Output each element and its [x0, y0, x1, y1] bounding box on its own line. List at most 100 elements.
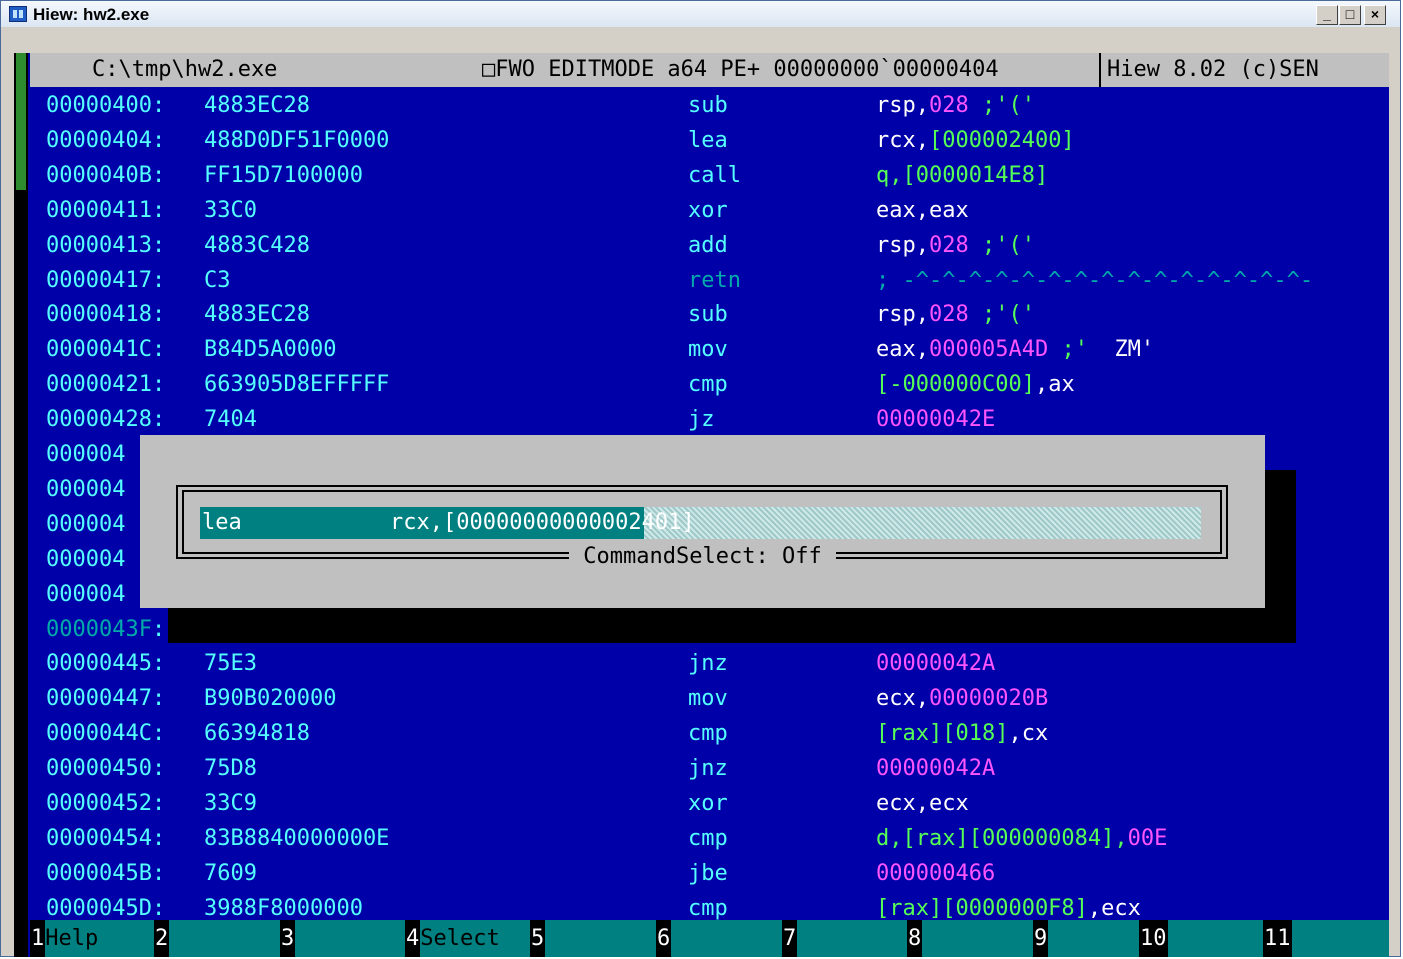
- row-address: 0000041C:: [46, 337, 166, 362]
- row-address: 00000450:: [46, 756, 166, 781]
- operand-part: ,cx: [1008, 721, 1049, 746]
- row-mnemonic: call: [688, 163, 741, 188]
- row-address: 00000418:: [46, 302, 166, 327]
- row-address: 00000411:: [46, 198, 166, 223]
- row-operands: 000000466: [876, 856, 995, 891]
- fkey-label: Help: [45, 926, 99, 951]
- row-bytes: 663905D8EFFFFF: [204, 372, 390, 397]
- operand-part: ZM': [1114, 337, 1155, 362]
- row-operands: d,[rax][000000084],00E: [876, 821, 1167, 856]
- operand-part: eax,eax: [876, 198, 969, 223]
- row-bytes: FF15D7100000: [204, 163, 363, 188]
- row-bytes: 75D8: [204, 756, 257, 781]
- operand-part: [-000000C00]: [876, 372, 1035, 397]
- row-operands: eax,eax: [876, 193, 969, 228]
- fkey-number: 1: [30, 920, 46, 957]
- fkey-9[interactable]: 9: [1033, 920, 1049, 957]
- row-mnemonic: mov: [688, 337, 728, 362]
- row-address: 000004: [46, 442, 126, 467]
- input-operand: rcx,[00000000000002401]: [390, 510, 695, 535]
- operand-part: ;': [1048, 337, 1115, 362]
- operand-part: 00000020B: [928, 686, 1049, 711]
- row-mnemonic: lea: [688, 128, 728, 153]
- fkey-6[interactable]: 6: [656, 920, 672, 957]
- hiew-app-icon[interactable]: [9, 6, 27, 22]
- operand-part: q,[0000014E8]: [876, 163, 1049, 188]
- row-address: 0000040B:: [46, 163, 166, 188]
- row-address: 0000045B:: [46, 861, 166, 886]
- fkey-number: 5: [530, 920, 546, 957]
- row-bytes: 4883C428: [204, 233, 310, 258]
- edit-mode-status: □FWO EDITMODE a64 PE+ 00000000`00000404: [482, 57, 999, 82]
- fkey-7[interactable]: 7: [782, 920, 798, 957]
- row-operands: ; -^-^-^-^-^-^-^-^-^-^-^-^-^-^-^-: [876, 263, 1313, 298]
- command-select-caption: CommandSelect: Off: [140, 541, 1265, 573]
- row-mnemonic: jnz: [688, 756, 728, 781]
- row-operands: 00000042E: [876, 402, 995, 437]
- fkey-number: 7: [782, 920, 798, 957]
- operand-part: rcx,: [876, 128, 929, 153]
- operand-part: [000002400]: [928, 128, 1075, 153]
- fkey-2[interactable]: 2: [154, 920, 170, 957]
- row-operands: ecx,ecx: [876, 786, 969, 821]
- fkey-1[interactable]: 1Help: [30, 920, 98, 957]
- fkey-number: 9: [1033, 920, 1049, 957]
- row-mnemonic: jnz: [688, 651, 728, 676]
- operand-part: ecx,: [876, 686, 929, 711]
- maximize-button[interactable]: □: [1339, 5, 1361, 25]
- operand-part: ;'(': [968, 302, 1035, 327]
- row-address: 000004: [46, 582, 126, 607]
- fkey-5[interactable]: 5: [530, 920, 546, 957]
- row-address: 000004: [46, 512, 126, 537]
- operand-part: 028: [928, 233, 969, 258]
- row-operands: eax,000005A4D ;' ZM': [876, 332, 1154, 367]
- row-operands: ecx,00000020B: [876, 681, 1048, 716]
- minimize-button[interactable]: _: [1316, 5, 1338, 25]
- row-address: 00000452:: [46, 791, 166, 816]
- row-mnemonic: add: [688, 233, 728, 258]
- operand-part: 028: [928, 93, 969, 118]
- row-address: 0000043F:: [46, 617, 166, 642]
- row-mnemonic: mov: [688, 686, 728, 711]
- row-address: 00000417:: [46, 268, 166, 293]
- fkey-10[interactable]: 10: [1139, 920, 1168, 957]
- row-address: 0000044C:: [46, 721, 166, 746]
- operand-part: 00E: [1127, 826, 1168, 851]
- input-mnemonic: lea: [202, 510, 242, 535]
- row-mnemonic: sub: [688, 302, 728, 327]
- scroll-indicator[interactable]: [16, 90, 26, 190]
- fkey-4[interactable]: 4Select: [405, 920, 500, 957]
- fkey-number: 6: [656, 920, 672, 957]
- row-operands: 00000042A: [876, 751, 995, 786]
- fkey-number: 2: [154, 920, 170, 957]
- operand-part: ecx,ecx: [876, 791, 969, 816]
- assembly-input-field[interactable]: lea rcx,[00000000000002401]: [200, 507, 1201, 539]
- fkey-3[interactable]: 3: [280, 920, 296, 957]
- row-bytes: 488D0DF51F0000: [204, 128, 390, 153]
- row-bytes: 4883EC28: [204, 302, 310, 327]
- operand-part: ; -^-^-^-^-^-^-^-^-^-^-^-^-^-^-^-: [876, 268, 1314, 293]
- fkey-8[interactable]: 8: [907, 920, 923, 957]
- row-mnemonic: retn: [688, 268, 741, 293]
- row-address: 000004: [46, 477, 126, 502]
- row-operands: [-000000C00],ax: [876, 367, 1075, 402]
- fkey-number: 4: [405, 920, 421, 957]
- row-address: 00000454:: [46, 826, 166, 851]
- fkey-11[interactable]: 11: [1263, 920, 1292, 957]
- operand-part: ,ax: [1034, 372, 1075, 397]
- row-bytes: 33C9: [204, 791, 257, 816]
- operand-part: rsp,: [876, 302, 929, 327]
- fkey-number: 10: [1139, 920, 1168, 957]
- title-bar[interactable]: Hiew: hw2.exe _ □ ×: [1, 1, 1400, 27]
- row-address: 00000421:: [46, 372, 166, 397]
- row-operands: rsp,028 ;'(': [876, 88, 1035, 123]
- dialog-shadow-bottom: [168, 608, 1296, 643]
- scroll-indicator-top: [16, 53, 26, 90]
- row-address-colon: :: [151, 617, 166, 642]
- operand-part: [rax][0000000F8]: [876, 896, 1088, 921]
- operand-part: ;'(': [968, 233, 1035, 258]
- close-button[interactable]: ×: [1364, 5, 1386, 25]
- operand-part: d,[rax][000000084],: [876, 826, 1128, 851]
- assembler-dialog: lea rcx,[00000000000002401] CommandSelec…: [140, 435, 1265, 608]
- status-separator: [1099, 53, 1101, 87]
